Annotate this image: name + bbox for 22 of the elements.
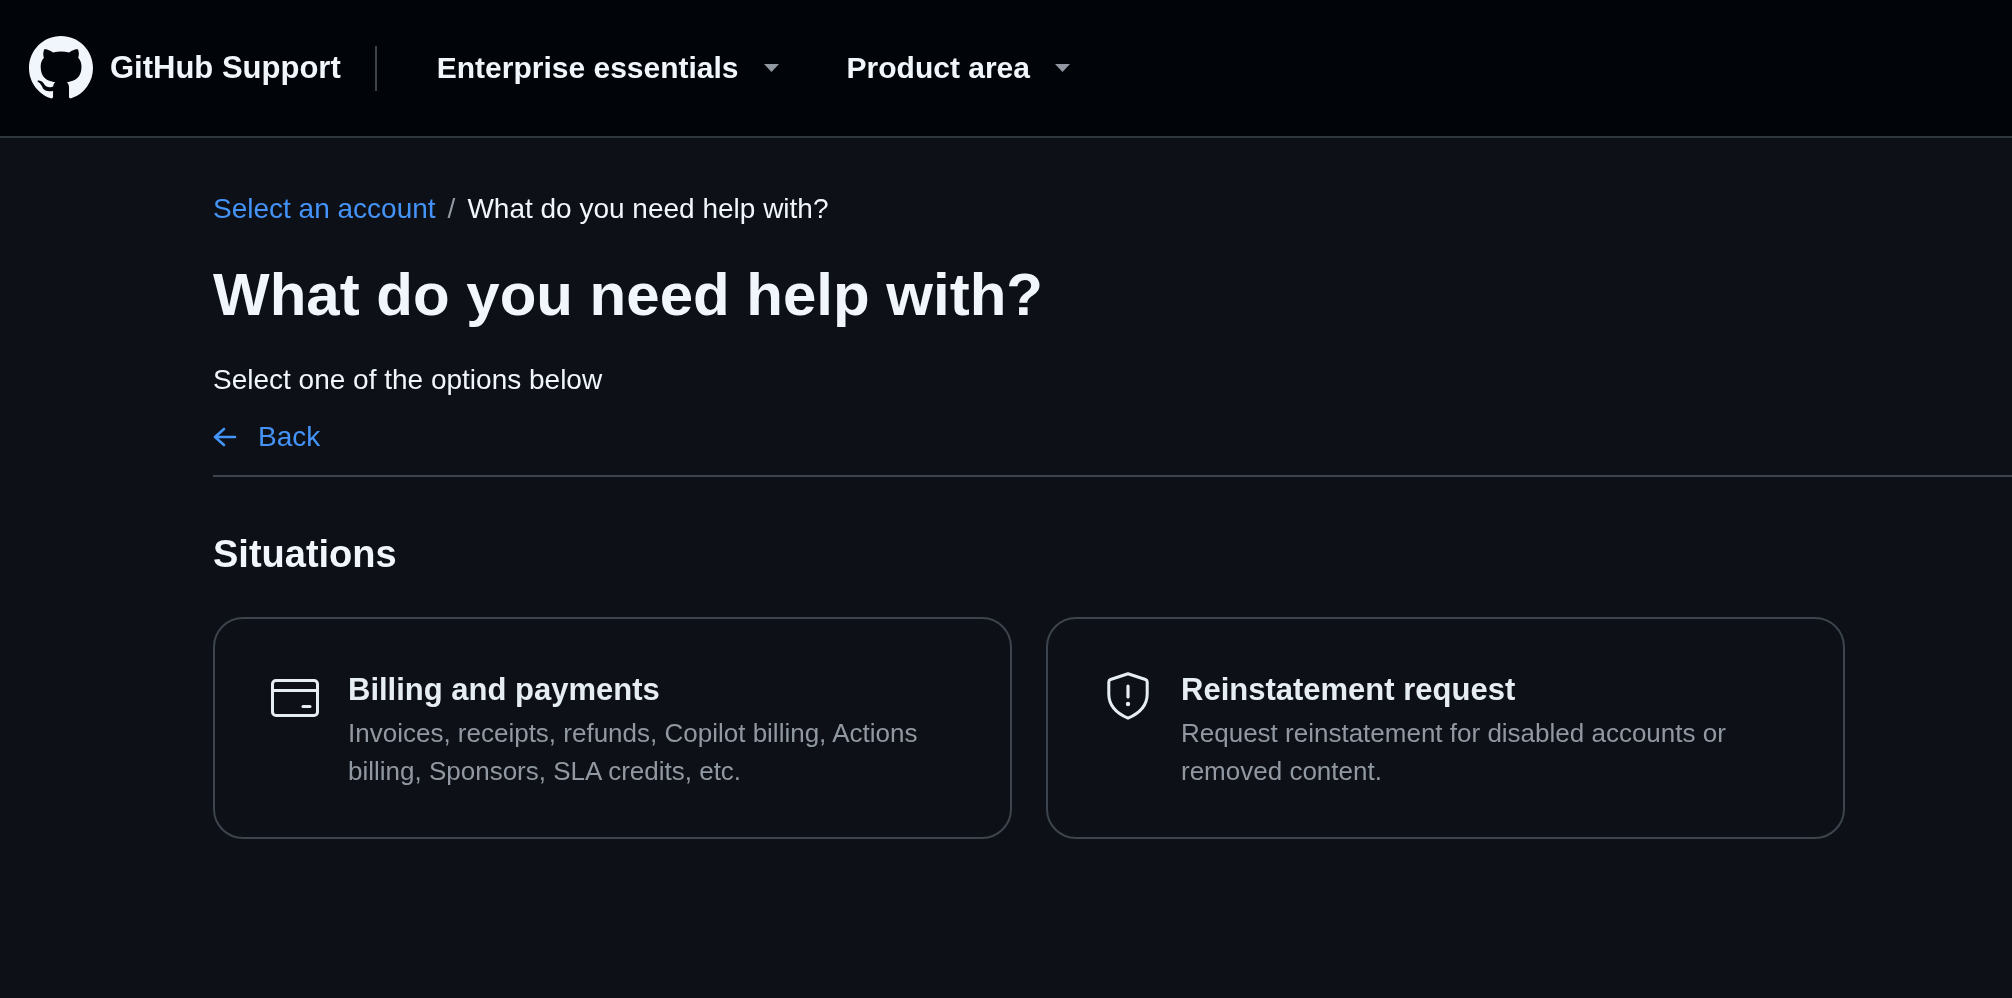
breadcrumb-current: What do you need help with? [467,192,829,226]
site-title[interactable]: GitHub Support [110,50,341,86]
page-title: What do you need help with? [213,260,1044,330]
logo-icon[interactable] [29,36,93,100]
situation-card[interactable]: Billing and payments Invoices, receipts, refunds, Copilot billing, Actions billing, Sponsors, SLA credits, etc. [213,617,1012,839]
card-description: Invoices, receipts, refunds, Copilot billing, Actions billing, Sponsors, SLA credits, etc. [348,717,919,788]
page-subtitle: Select one of the options below [213,363,604,397]
breadcrumb-link[interactable]: Select an account [213,192,436,226]
left-arrow-icon [213,427,237,447]
caret-icon [1054,64,1070,72]
back-link[interactable]: Back [213,420,321,454]
card-title: Billing and payments [348,671,661,709]
dropdown-menu-button[interactable]: Product area [846,51,1070,85]
credit-card-icon [271,679,319,717]
situation-card[interactable]: Reinstatement request Request reinstatement for disabled accounts or removed content. [1046,617,1845,839]
dropdown-menu-button[interactable]: Enterprise essentials [436,51,779,85]
breadcrumb-separator: / [447,192,456,226]
section-heading: Situations [213,532,398,577]
card-description: Request reinstatement for disabled accounts or removed content. [1181,717,1727,788]
caret-icon [763,64,779,72]
shield-alert-icon [1107,672,1149,720]
card-title: Reinstatement request [1181,671,1517,709]
